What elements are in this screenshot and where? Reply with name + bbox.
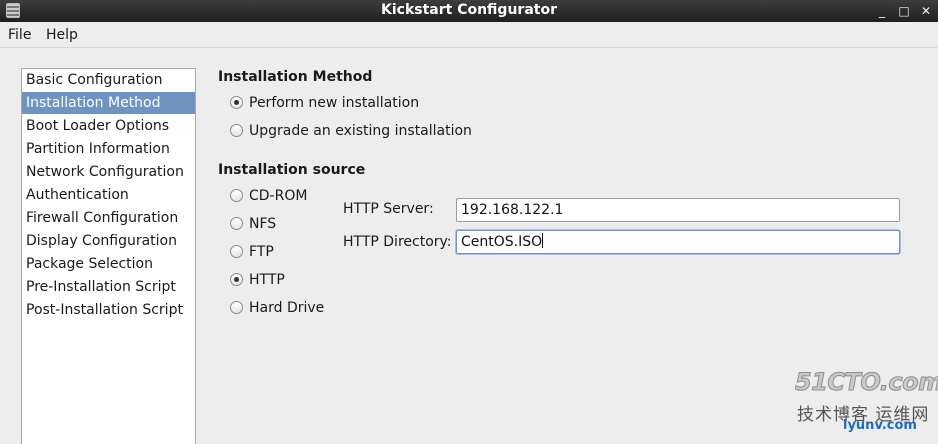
nav-display-configuration[interactable]: Display Configuration <box>22 230 195 252</box>
nav-post-installation-script[interactable]: Post-Installation Script <box>22 299 195 321</box>
nav-network-configuration[interactable]: Network Configuration <box>22 161 195 183</box>
nav-firewall-configuration[interactable]: Firewall Configuration <box>22 207 195 229</box>
section-list: Basic Configuration Installation Method … <box>21 68 196 444</box>
radio-indicator[interactable] <box>230 124 243 137</box>
radio-indicator[interactable] <box>230 301 243 314</box>
http-server-value: 192.168.122.1 <box>461 202 564 218</box>
radio-label: FTP <box>249 244 274 260</box>
radio-label: Hard Drive <box>249 300 325 316</box>
radio-indicator[interactable] <box>230 245 243 258</box>
menu-file[interactable]: File <box>8 27 31 43</box>
menu-help[interactable]: Help <box>46 27 78 43</box>
http-directory-value: CentOS.ISO <box>461 234 543 250</box>
watermark-line-1: 51CTO.com <box>795 368 938 397</box>
installation-source-heading: Installation source <box>218 162 366 178</box>
radio-label: NFS <box>249 216 277 232</box>
radio-label: CD-ROM <box>249 188 308 204</box>
minimize-button[interactable]: _ <box>874 3 890 19</box>
nav-boot-loader-options[interactable]: Boot Loader Options <box>22 115 195 137</box>
window-title: Kickstart Configurator <box>381 2 557 18</box>
menu-bar: File Help <box>0 22 938 48</box>
nav-authentication[interactable]: Authentication <box>22 184 195 206</box>
http-directory-label: HTTP Directory: <box>343 234 452 250</box>
http-server-label: HTTP Server: <box>343 201 434 217</box>
watermark: 51CTO.com 技术博客 运维网 iyunv.com <box>795 368 938 438</box>
radio-indicator[interactable] <box>230 189 243 202</box>
http-server-input[interactable]: 192.168.122.1 <box>456 198 900 222</box>
radio-label: Perform new installation <box>249 95 420 111</box>
title-bar: Kickstart Configurator _ □ ✕ <box>0 0 938 22</box>
nav-pre-installation-script[interactable]: Pre-Installation Script <box>22 276 195 298</box>
radio-indicator[interactable] <box>230 217 243 230</box>
radio-label: Upgrade an existing installation <box>249 123 472 139</box>
radio-indicator[interactable] <box>230 96 243 109</box>
maximize-button[interactable]: □ <box>896 3 912 19</box>
nav-basic-configuration[interactable]: Basic Configuration <box>22 69 195 91</box>
nav-installation-method[interactable]: Installation Method <box>22 92 195 114</box>
nav-partition-information[interactable]: Partition Information <box>22 138 195 160</box>
radio-label: HTTP <box>249 272 285 288</box>
nav-package-selection[interactable]: Package Selection <box>22 253 195 275</box>
close-button[interactable]: ✕ <box>918 3 934 19</box>
watermark-line-3: iyunv.com <box>843 418 917 433</box>
installation-method-heading: Installation Method <box>218 69 373 85</box>
http-directory-input[interactable]: CentOS.ISO <box>456 230 900 254</box>
radio-indicator[interactable] <box>230 273 243 286</box>
text-caret <box>542 233 544 248</box>
